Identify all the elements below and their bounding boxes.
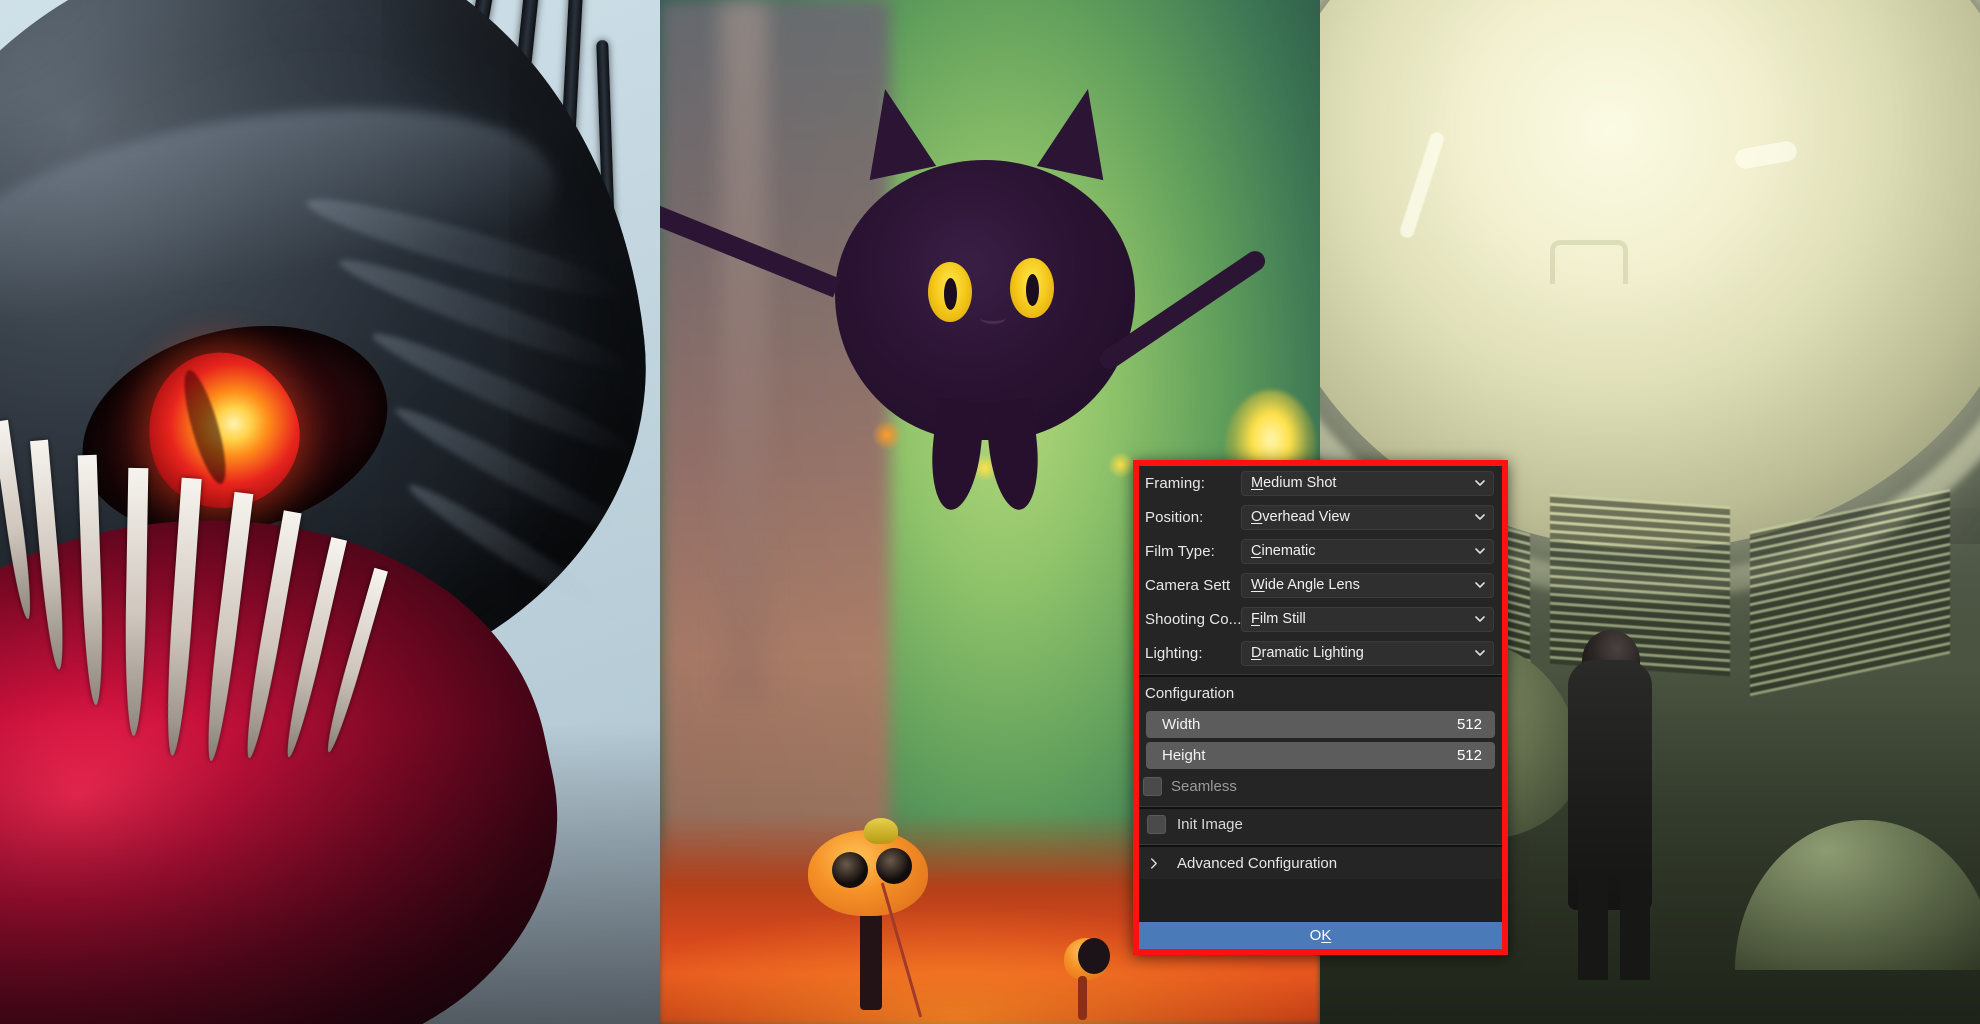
chevron-down-icon bbox=[1475, 648, 1485, 658]
label-camera-settings: Camera Sett bbox=[1145, 576, 1231, 594]
combo-position-value-rest: verhead View bbox=[1262, 509, 1350, 525]
chevron-down-icon bbox=[1475, 580, 1485, 590]
floor-grate bbox=[1550, 493, 1730, 677]
combo-position-mnemonic: O bbox=[1251, 509, 1263, 525]
lamp-creature-crest bbox=[864, 818, 898, 844]
lamp-creature-eye-left bbox=[832, 852, 868, 888]
slider-width-label: Width bbox=[1162, 716, 1201, 733]
alien-creature-image[interactable] bbox=[0, 0, 660, 1024]
chevron-right-icon bbox=[1145, 857, 1161, 869]
label-framing: Framing: bbox=[1145, 474, 1205, 492]
lamp-creature-eye-right bbox=[876, 848, 912, 884]
alien-jaw-shadow bbox=[0, 724, 660, 1024]
combo-framing[interactable]: Medium Shot bbox=[1241, 470, 1494, 496]
small-creature-eye bbox=[1078, 938, 1110, 974]
generation-settings-dialog[interactable]: Framing: Medium Shot Position: Overhead … bbox=[1133, 460, 1508, 955]
combo-shooting-context[interactable]: Film Still bbox=[1241, 606, 1494, 632]
cat-mouth bbox=[980, 312, 1006, 324]
field-row-lighting: Lighting: Dramatic Lighting bbox=[1139, 636, 1502, 670]
small-creature-stalk bbox=[1078, 976, 1087, 1020]
combo-film-type[interactable]: Cinematic bbox=[1241, 538, 1494, 564]
field-row-film-type: Film Type: Cinematic bbox=[1139, 534, 1502, 568]
cat-background-light bbox=[872, 420, 902, 450]
checkbox-seamless[interactable] bbox=[1143, 777, 1162, 796]
chevron-down-icon bbox=[1475, 546, 1485, 556]
chevron-down-icon bbox=[1475, 614, 1485, 624]
cat-pupil-right bbox=[1026, 274, 1039, 306]
advanced-configuration-row[interactable]: Advanced Configuration bbox=[1139, 847, 1502, 879]
checkbox-seamless-label: Seamless bbox=[1171, 778, 1237, 795]
combo-camera-settings[interactable]: Wide Angle Lens bbox=[1241, 572, 1494, 598]
combo-camera-settings-mnemonic: W bbox=[1251, 577, 1265, 593]
label-position: Position: bbox=[1145, 508, 1204, 526]
checkbox-row-init-image[interactable]: Init Image bbox=[1139, 809, 1502, 840]
combo-film-type-mnemonic: C bbox=[1251, 543, 1262, 559]
combo-position[interactable]: Overhead View bbox=[1241, 504, 1494, 530]
combo-lighting-value-rest: ramatic Lighting bbox=[1261, 645, 1364, 661]
combo-lighting[interactable]: Dramatic Lighting bbox=[1241, 640, 1494, 666]
dome-hatch bbox=[1550, 240, 1628, 284]
slider-row-width: Width 512 bbox=[1139, 709, 1502, 740]
field-row-position: Position: Overhead View bbox=[1139, 500, 1502, 534]
combo-film-type-value-rest: inematic bbox=[1261, 543, 1316, 559]
lamp-creature-stalk bbox=[860, 900, 882, 1010]
advanced-configuration-label: Advanced Configuration bbox=[1177, 854, 1338, 872]
checkbox-init-image[interactable] bbox=[1147, 815, 1166, 834]
slider-height-value: 512 bbox=[1456, 747, 1482, 764]
ok-button[interactable]: OK bbox=[1139, 922, 1502, 949]
combo-lighting-mnemonic: D bbox=[1251, 645, 1262, 661]
configuration-section-title: Configuration bbox=[1145, 685, 1235, 702]
combo-camera-settings-value-rest: ide Angle Lens bbox=[1264, 577, 1360, 593]
cat-pupil-left bbox=[944, 278, 957, 310]
label-shooting-context: Shooting Co... bbox=[1145, 610, 1241, 628]
checkbox-init-image-label: Init Image bbox=[1177, 816, 1243, 833]
slider-height-label: Height bbox=[1162, 747, 1206, 764]
figure-leg-left bbox=[1578, 870, 1608, 980]
combo-framing-value-rest: edium Shot bbox=[1263, 475, 1337, 491]
combo-shooting-context-value-rest: ilm Still bbox=[1259, 611, 1306, 627]
dialog-body: Framing: Medium Shot Position: Overhead … bbox=[1139, 466, 1502, 879]
field-row-shooting-context: Shooting Co... Film Still bbox=[1139, 602, 1502, 636]
combo-framing-mnemonic: M bbox=[1251, 475, 1264, 491]
checkbox-row-seamless[interactable]: Seamless bbox=[1139, 771, 1502, 802]
field-row-camera-settings: Camera Sett Wide Angle Lens bbox=[1139, 568, 1502, 602]
figure-leg-right bbox=[1620, 870, 1650, 980]
ok-button-label-pre: O bbox=[1309, 927, 1322, 944]
cat-background-light bbox=[1108, 452, 1134, 478]
screenshot-root: Framing: Medium Shot Position: Overhead … bbox=[0, 0, 1980, 1024]
slider-width-value: 512 bbox=[1456, 716, 1482, 733]
chevron-down-icon bbox=[1475, 478, 1485, 488]
slider-row-height: Height 512 bbox=[1139, 740, 1502, 771]
combo-shooting-context-mnemonic: F bbox=[1251, 611, 1260, 627]
cat-head-body bbox=[835, 160, 1135, 440]
label-film-type: Film Type: bbox=[1145, 542, 1215, 560]
slider-width[interactable]: Width 512 bbox=[1146, 711, 1495, 738]
ok-button-label-mnemonic: K bbox=[1321, 927, 1332, 944]
field-row-framing: Framing: Medium Shot bbox=[1139, 466, 1502, 500]
cat-background-tree-highlight bbox=[720, 0, 768, 700]
slider-height[interactable]: Height 512 bbox=[1146, 742, 1495, 769]
chevron-down-icon bbox=[1475, 512, 1485, 522]
label-lighting: Lighting: bbox=[1145, 644, 1203, 662]
